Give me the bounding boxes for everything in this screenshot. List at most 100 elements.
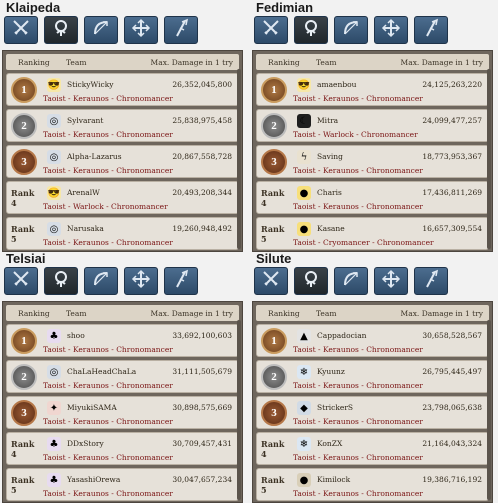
class-composition: Taoist - Keraunos - Chronomancer bbox=[43, 130, 173, 139]
chick-icon: ● bbox=[297, 186, 311, 200]
rank-badge: Rank 4 bbox=[261, 439, 285, 459]
tab-swords[interactable] bbox=[254, 16, 288, 44]
class-composition: Taoist - Keraunos - Chronomancer bbox=[43, 166, 173, 175]
swirl-icon: ◎ bbox=[47, 114, 61, 128]
tab-bow[interactable] bbox=[84, 16, 118, 44]
rank-badge: 2 bbox=[11, 364, 37, 390]
team-name[interactable]: amaenbou bbox=[317, 80, 356, 89]
team-name[interactable]: Alpha-Lazarus bbox=[67, 152, 122, 161]
ranking-row[interactable]: Rank 5 ◎ Narusaka 19,260,948,492 Taoist … bbox=[6, 217, 239, 250]
max-damage: 30,047,657,234 bbox=[172, 475, 232, 484]
ranking-row[interactable]: 2 ◎ ChaLaHeadChaLa 31,111,505,679 Taoist… bbox=[6, 360, 239, 393]
header-ranking: Ranking bbox=[18, 309, 50, 318]
class-composition: Taoist - Keraunos - Chronomancer bbox=[293, 381, 423, 390]
ranking-row[interactable]: 3 ◎ Alpha-Lazarus 20,867,558,728 Taoist … bbox=[6, 145, 239, 178]
max-damage: 33,692,100,603 bbox=[172, 331, 232, 340]
team-name[interactable]: Kasane bbox=[317, 224, 345, 233]
ranking-row[interactable]: Rank 5 ♣ YasashiOrewa 30,047,657,234 Tao… bbox=[6, 468, 239, 501]
tab-cross-arrows[interactable] bbox=[124, 16, 158, 44]
team-name[interactable]: DDxStory bbox=[67, 439, 104, 448]
ranking-row[interactable]: Rank 5 ● Kimilock 19,386,716,192 Taoist … bbox=[256, 468, 489, 501]
tab-staff[interactable] bbox=[414, 267, 448, 295]
ranking-row[interactable]: 2 ☾ Mitra 24,099,477,257 Taoist - Warloc… bbox=[256, 109, 489, 142]
team-name[interactable]: YasashiOrewa bbox=[67, 475, 120, 484]
rank-badge: 2 bbox=[261, 364, 287, 390]
scrollbar[interactable] bbox=[487, 69, 491, 249]
team-name[interactable]: Kyuunz bbox=[317, 367, 345, 376]
bow-icon bbox=[341, 18, 361, 42]
leaderboard-panel-telsiai: Telsiai Ranking Team Max. Damage in 1 tr… bbox=[2, 251, 247, 503]
tab-staff[interactable] bbox=[414, 16, 448, 44]
tab-swords[interactable] bbox=[4, 16, 38, 44]
ranking-row[interactable]: 3 ◆ StrickerS 23,798,065,638 Taoist - Ke… bbox=[256, 396, 489, 429]
max-damage: 18,773,953,367 bbox=[422, 152, 482, 161]
swords-icon bbox=[11, 269, 31, 293]
team-name[interactable]: shoo bbox=[67, 331, 85, 340]
class-composition: Taoist - Keraunos - Chronomancer bbox=[293, 202, 423, 211]
tab-swords[interactable] bbox=[254, 267, 288, 295]
tab-cross-arrows[interactable] bbox=[374, 16, 408, 44]
tab-cross-arrows[interactable] bbox=[374, 267, 408, 295]
ranking-row[interactable]: 2 ◎ Sylvarant 25,838,975,458 Taoist - Ke… bbox=[6, 109, 239, 142]
tab-class-emblem[interactable] bbox=[44, 267, 78, 295]
ranking-row[interactable]: 1 ▲ Cappadocian 30,658,528,567 Taoist - … bbox=[256, 324, 489, 357]
tab-swords[interactable] bbox=[4, 267, 38, 295]
team-name[interactable]: Charis bbox=[317, 188, 342, 197]
ranking-row[interactable]: 3 ϟ Saving 18,773,953,367 Taoist - Kerau… bbox=[256, 145, 489, 178]
team-name[interactable]: Mitra bbox=[317, 116, 338, 125]
scrollbar[interactable] bbox=[487, 320, 491, 500]
ranking-row[interactable]: Rank 5 ● Kasane 16,657,309,554 Taoist - … bbox=[256, 217, 489, 250]
max-damage: 24,125,263,220 bbox=[422, 80, 482, 89]
team-name[interactable]: Kimilock bbox=[317, 475, 350, 484]
rank-badge: 3 bbox=[11, 400, 37, 426]
ranking-row[interactable]: 1 ♣ shoo 33,692,100,603 Taoist - Kerauno… bbox=[6, 324, 239, 357]
tab-class-emblem[interactable] bbox=[294, 267, 328, 295]
swords-icon bbox=[261, 269, 281, 293]
team-name[interactable]: Sylvarant bbox=[67, 116, 103, 125]
staff-icon bbox=[171, 269, 191, 293]
team-name[interactable]: MiyukiSAMA bbox=[67, 403, 117, 412]
ranking-row[interactable]: 1 😎 amaenbou 24,125,263,220 Taoist - Ker… bbox=[256, 73, 489, 106]
team-name[interactable]: ArenalW bbox=[67, 188, 100, 197]
class-tabs bbox=[252, 267, 497, 297]
tab-class-emblem[interactable] bbox=[44, 16, 78, 44]
tab-staff[interactable] bbox=[164, 16, 198, 44]
scrollbar[interactable] bbox=[237, 69, 241, 249]
tab-cross-arrows[interactable] bbox=[124, 267, 158, 295]
purple-creature-icon: ♣ bbox=[47, 329, 61, 343]
ranking-row[interactable]: Rank 4 😎 ArenalW 20,493,208,344 Taoist -… bbox=[6, 181, 239, 214]
team-name[interactable]: Cappadocian bbox=[317, 331, 367, 340]
max-damage: 17,436,811,269 bbox=[422, 188, 482, 197]
ranking-row[interactable]: 2 ❄ Kyuunz 26,795,445,497 Taoist - Kerau… bbox=[256, 360, 489, 393]
ranking-row[interactable]: Rank 4 ● Charis 17,436,811,269 Taoist - … bbox=[256, 181, 489, 214]
max-damage: 20,493,208,344 bbox=[172, 188, 232, 197]
team-name[interactable]: KonZX bbox=[317, 439, 342, 448]
ranking-row[interactable]: Rank 4 ♣ DDxStory 30,709,457,431 Taoist … bbox=[6, 432, 239, 465]
tab-bow[interactable] bbox=[84, 267, 118, 295]
header-damage: Max. Damage in 1 try bbox=[150, 58, 233, 67]
team-name[interactable]: Saving bbox=[317, 152, 343, 161]
team-name[interactable]: StickyWicky bbox=[67, 80, 114, 89]
ranking-row[interactable]: 3 ✦ MiyukiSAMA 30,898,575,669 Taoist - K… bbox=[6, 396, 239, 429]
max-damage: 26,795,445,497 bbox=[422, 367, 482, 376]
ranking-row[interactable]: 1 😎 StickyWicky 26,352,045,800 Taoist - … bbox=[6, 73, 239, 106]
bow-icon bbox=[341, 269, 361, 293]
max-damage: 31,111,505,679 bbox=[172, 367, 232, 376]
team-name[interactable]: StrickerS bbox=[317, 403, 353, 412]
rank-badge: 1 bbox=[261, 328, 287, 354]
team-name[interactable]: Narusaka bbox=[67, 224, 104, 233]
feather-icon: ϟ bbox=[297, 150, 311, 164]
team-name[interactable]: ChaLaHeadChaLa bbox=[67, 367, 136, 376]
class-tabs bbox=[2, 267, 247, 297]
tab-staff[interactable] bbox=[164, 267, 198, 295]
rank-badge: Rank 5 bbox=[261, 475, 285, 495]
header-damage: Max. Damage in 1 try bbox=[400, 309, 483, 318]
class-composition: Taoist - Keraunos - Chronomancer bbox=[293, 166, 423, 175]
tab-bow[interactable] bbox=[334, 267, 368, 295]
header-team: Team bbox=[316, 58, 337, 67]
tab-bow[interactable] bbox=[334, 16, 368, 44]
scrollbar[interactable] bbox=[237, 320, 241, 500]
tab-class-emblem[interactable] bbox=[294, 16, 328, 44]
rank-badge: Rank 5 bbox=[261, 224, 285, 244]
ranking-row[interactable]: Rank 4 ❄ KonZX 21,164,043,324 Taoist - K… bbox=[256, 432, 489, 465]
